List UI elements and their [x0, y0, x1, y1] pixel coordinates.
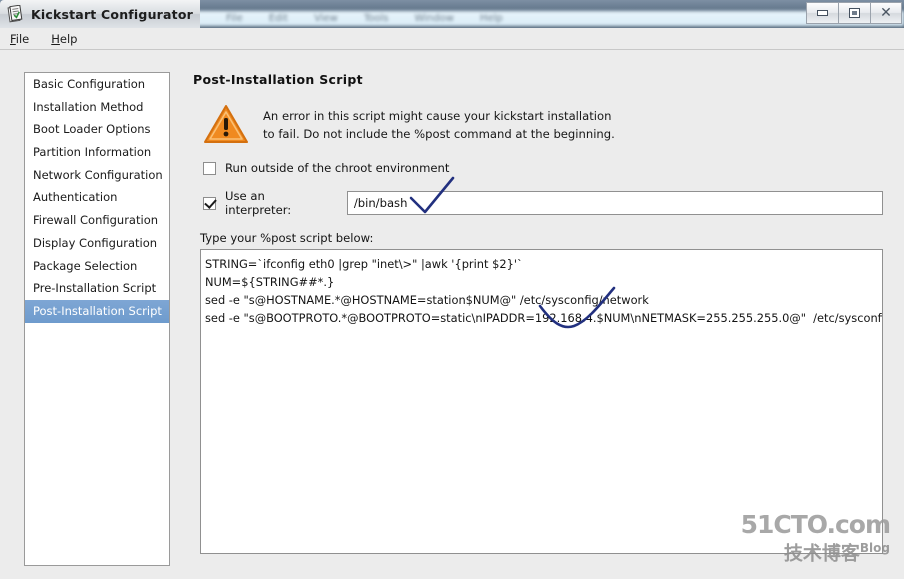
interpreter-row: Use an interpreter: /bin/bash: [193, 189, 883, 217]
content-pane: Post-Installation Script An error in thi…: [193, 72, 883, 554]
script-line-3: sed -e "s@HOSTNAME.*@HOSTNAME=station$NU…: [205, 293, 649, 307]
sidebar-item-display-configuration[interactable]: Display Configuration: [25, 232, 169, 255]
window-body: Basic Configuration Installation Method …: [0, 50, 904, 579]
menu-file-label: ile: [15, 31, 30, 46]
sidebar-item-post-installation-script[interactable]: Post-Installation Script: [25, 299, 169, 323]
sidebar-item-network-configuration[interactable]: Network Configuration: [25, 164, 169, 187]
sidebar-item-authentication[interactable]: Authentication: [25, 186, 169, 209]
sidebar-list[interactable]: Basic Configuration Installation Method …: [24, 72, 170, 566]
warning-text: An error in this script might cause your…: [263, 103, 615, 143]
maximize-button[interactable]: [838, 2, 870, 24]
interpreter-checkbox[interactable]: [203, 196, 216, 210]
script-line-2: NUM=${STRING##*.}: [205, 275, 335, 289]
sidebar-item-boot-loader-options[interactable]: Boot Loader Options: [25, 118, 169, 141]
chroot-checkbox-label: Run outside of the chroot environment: [225, 161, 450, 175]
app-list-icon: [6, 4, 24, 23]
sidebar-item-pre-installation-script[interactable]: Pre-Installation Script: [25, 277, 169, 300]
menubar: File Help: [0, 28, 904, 50]
sidebar-item-firewall-configuration[interactable]: Firewall Configuration: [25, 209, 169, 232]
interpreter-input[interactable]: /bin/bash: [346, 191, 883, 215]
screenshot-root: File Edit View Tools Window Help Kicksta…: [0, 0, 904, 579]
warning-line-1: An error in this script might cause your…: [263, 109, 612, 123]
interpreter-checkbox-label: Use an interpreter:: [225, 189, 292, 217]
page-title: Post-Installation Script: [193, 72, 363, 87]
chroot-checkbox-row[interactable]: Run outside of the chroot environment: [193, 161, 883, 175]
close-button[interactable]: ✕: [870, 2, 902, 24]
script-line-4: sed -e "s@BOOTPROTO.*@BOOTPROTO=static\n…: [205, 311, 883, 325]
minimize-button[interactable]: [806, 2, 838, 24]
close-icon: ✕: [880, 5, 892, 21]
script-label: Type your %post script below:: [200, 231, 374, 245]
script-textarea[interactable]: STRING=`ifconfig eth0 |grep "inet\>" |aw…: [200, 249, 883, 554]
window-title: Kickstart Configurator: [31, 6, 193, 22]
maximize-icon: [849, 8, 860, 18]
menu-help-label: elp: [59, 31, 78, 46]
menu-help[interactable]: Help: [51, 32, 77, 46]
minimize-icon: [817, 10, 828, 16]
warning-line-2: to fail. Do not include the %post comman…: [263, 127, 615, 141]
window-controls: ✕: [806, 2, 902, 24]
menu-file[interactable]: File: [10, 32, 29, 46]
titlebar: Kickstart Configurator: [0, 0, 200, 28]
sidebar-item-package-selection[interactable]: Package Selection: [25, 255, 169, 278]
sidebar-item-installation-method[interactable]: Installation Method: [25, 96, 169, 119]
script-line-1: STRING=`ifconfig eth0 |grep "inet\>" |aw…: [205, 257, 523, 271]
sidebar-item-basic-configuration[interactable]: Basic Configuration: [25, 73, 169, 96]
kickstart-configurator-window: Kickstart Configurator ✕ File Help Basic…: [0, 0, 904, 579]
warning-triangle-icon: [203, 103, 249, 145]
chroot-checkbox[interactable]: [203, 161, 216, 175]
warning-block: An error in this script might cause your…: [193, 103, 883, 145]
sidebar-item-partition-information[interactable]: Partition Information: [25, 141, 169, 164]
